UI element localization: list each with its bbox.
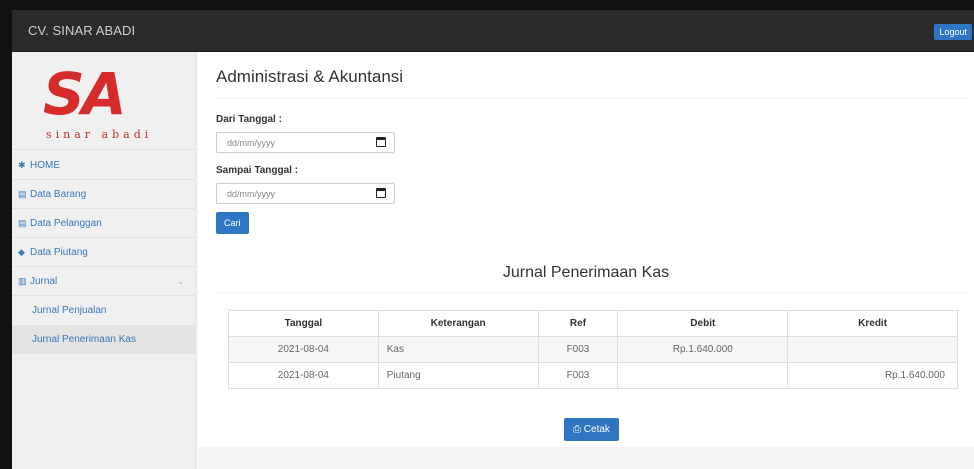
- table-row: 2021-08-04 Piutang F003 Rp.1.640.000: [228, 362, 958, 389]
- brand-title[interactable]: CV. SINAR ABADI: [28, 23, 135, 38]
- sidebar-item-jurnal[interactable]: ▥ Jurnal ⌄: [12, 267, 196, 296]
- column-header: Kredit: [787, 310, 958, 337]
- column-header: Debit: [617, 310, 789, 337]
- document-icon: ▤: [18, 188, 27, 199]
- sidebar-item-label: Data Barang: [30, 188, 87, 200]
- column-header: Tanggal: [228, 310, 379, 337]
- home-icon: ✱: [18, 159, 26, 170]
- cell-debit: [617, 362, 789, 389]
- to-date-placeholder: dd/mm/yyyy: [227, 189, 276, 199]
- sidebar-item-data-piutang[interactable]: ◆ Data Piutang: [12, 238, 196, 267]
- table-header-row: Tanggal Keterangan Ref Debit Kredit: [228, 310, 958, 337]
- cell-keterangan: Piutang: [377, 362, 539, 389]
- table-row: 2021-08-04 Kas F003 Rp.1.640.000: [228, 336, 958, 363]
- journal-table: Tanggal Keterangan Ref Debit Kredit 2021…: [228, 310, 958, 389]
- sidebar-item-label: Data Piutang: [30, 246, 88, 258]
- cell-ref: F003: [537, 362, 619, 389]
- printer-icon: ⎙: [573, 424, 581, 435]
- from-date-placeholder: dd/mm/yyyy: [227, 138, 276, 148]
- cell-kredit: [787, 336, 958, 363]
- chevron-down-icon[interactable]: ⌄: [177, 277, 184, 286]
- app-window: CV. SINAR ABADI Logout SA sinar abadi ✱ …: [12, 10, 974, 469]
- logo-tagline: sinar abadi: [46, 128, 153, 141]
- divider: [216, 97, 968, 98]
- sidebar-subitem-jurnal-penerimaan-kas[interactable]: Jurnal Penerimaan Kas: [12, 325, 196, 354]
- logout-button[interactable]: Logout: [934, 24, 972, 40]
- sidebar-subitem-jurnal-penjualan[interactable]: Jurnal Penjualan: [12, 296, 196, 325]
- cell-kredit: Rp.1.640.000: [787, 362, 958, 389]
- chart-icon: ▥: [18, 275, 27, 286]
- logo-mark: SA: [43, 60, 127, 128]
- main-content: Administrasi & Akuntansi Dari Tanggal : …: [198, 52, 974, 447]
- section-title: Jurnal Penerimaan Kas: [502, 264, 670, 281]
- print-label: Cetak: [583, 424, 610, 435]
- column-header: Ref: [537, 310, 619, 337]
- to-date-input[interactable]: dd/mm/yyyy: [216, 183, 395, 204]
- sidebar-item-home[interactable]: ✱ HOME: [12, 151, 196, 180]
- sidebar-item-label: Jurnal: [30, 275, 58, 287]
- sidebar-item-label: HOME: [30, 159, 60, 171]
- page-title: Administrasi & Akuntansi: [216, 67, 404, 86]
- sidebar-item-data-barang[interactable]: ▤ Data Barang: [12, 180, 196, 209]
- to-date-label: Sampai Tanggal :: [216, 165, 299, 176]
- company-logo: SA sinar abadi: [12, 52, 196, 150]
- cell-ref: F003: [537, 336, 619, 363]
- database-icon: ◆: [18, 246, 25, 257]
- sidebar-nav: ✱ HOME ▤ Data Barang ▤ Data Pelanggan ◆ …: [12, 151, 196, 354]
- sidebar-item-label: Data Pelanggan: [30, 217, 102, 229]
- divider: [216, 292, 968, 293]
- search-button[interactable]: Cari: [216, 212, 249, 234]
- calendar-icon[interactable]: [376, 137, 386, 147]
- sidebar: SA sinar abadi ✱ HOME ▤ Data Barang ▤ Da…: [12, 52, 196, 469]
- top-navbar: CV. SINAR ABADI Logout: [12, 10, 974, 52]
- sidebar-item-data-pelanggan[interactable]: ▤ Data Pelanggan: [12, 209, 196, 238]
- document-icon: ▤: [18, 217, 27, 228]
- column-header: Keterangan: [377, 310, 539, 337]
- calendar-icon[interactable]: [376, 188, 386, 198]
- cell-debit: Rp.1.640.000: [617, 336, 789, 363]
- from-date-label: Dari Tanggal :: [216, 114, 282, 125]
- from-date-input[interactable]: dd/mm/yyyy: [216, 132, 395, 153]
- cell-tanggal: 2021-08-04: [228, 336, 379, 363]
- cell-keterangan: Kas: [377, 336, 539, 363]
- cell-tanggal: 2021-08-04: [228, 362, 379, 389]
- print-button[interactable]: ⎙ Cetak: [564, 418, 619, 441]
